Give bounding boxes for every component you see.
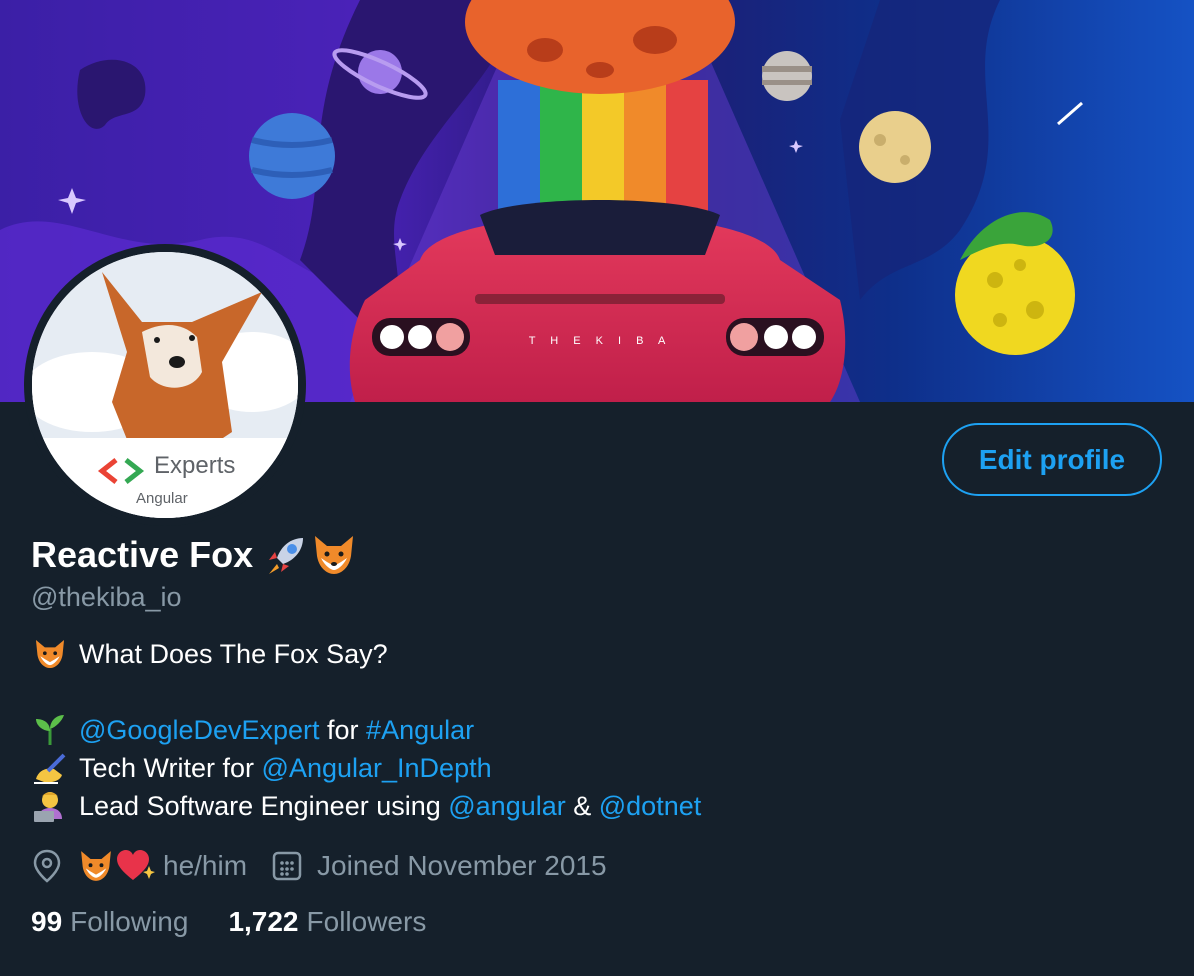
rocket-emoji-icon (269, 538, 304, 574)
bio-line-4: Lead Software Engineer using @angular & … (31, 790, 701, 822)
profile-handle: @thekiba_io (31, 582, 182, 612)
followers-count: 1,722 (228, 906, 299, 937)
fox-emoji-icon (81, 851, 111, 881)
technologist-emoji-icon (31, 790, 69, 822)
sparkling-heart-icon (117, 850, 155, 880)
location-pin-icon (33, 849, 61, 883)
code-brackets-icon (97, 458, 145, 484)
experts-badge-title: Experts (154, 452, 236, 479)
bio-text-2: for (319, 714, 367, 745)
hashtag-angular[interactable]: #Angular (366, 715, 474, 746)
following-link[interactable]: 99 Following (31, 906, 188, 938)
bio-line-2: @GoogleDevExpert for #Angular (31, 714, 474, 746)
following-label: Following (70, 906, 189, 937)
bio-text-1: What Does The Fox Say? (79, 638, 388, 669)
location-text: he/him (163, 850, 248, 881)
following-count: 99 (31, 906, 63, 937)
bio-line-1: What Does The Fox Say? (31, 638, 388, 670)
seedling-emoji-icon (31, 714, 69, 746)
edit-profile-button[interactable]: Edit profile (942, 423, 1162, 496)
calendar-icon (272, 851, 302, 881)
followers-label: Followers (306, 906, 427, 937)
experts-badge-subtitle: Angular (136, 490, 188, 507)
experts-badge: Experts Angular (32, 438, 298, 518)
bio-ampersand: & (565, 790, 599, 821)
bio-text-4: Lead Software Engineer using (79, 790, 449, 821)
mention-dotnet[interactable]: @dotnet (599, 791, 701, 822)
profile-stats: 99 Following 1,722 Followers (31, 906, 426, 938)
mention-angular-indepth[interactable]: @Angular_InDepth (262, 753, 492, 784)
avatar-image: Experts Angular (32, 252, 298, 518)
mention-angular[interactable]: @angular (448, 791, 565, 822)
profile-meta: he/him Joined November 2015 (31, 848, 607, 884)
name-row: Reactive Fox (31, 532, 357, 578)
joined-date: Joined November 2015 (317, 850, 607, 881)
fox-emoji-icon (315, 536, 354, 574)
car-plate-text: T H E K I B A (529, 335, 672, 347)
name-emojis (263, 532, 357, 578)
bio-line-3: Tech Writer for @Angular_InDepth (31, 752, 492, 784)
bio-text-3: Tech Writer for (79, 752, 262, 783)
writing-hand-emoji-icon (31, 752, 69, 784)
profile-avatar[interactable]: Experts Angular (24, 244, 306, 526)
fox-emoji-icon (31, 638, 69, 670)
followers-link[interactable]: 1,722 Followers (228, 906, 426, 938)
mention-googledevexpert[interactable]: @GoogleDevExpert (79, 715, 320, 746)
display-name: Reactive Fox (31, 534, 254, 575)
